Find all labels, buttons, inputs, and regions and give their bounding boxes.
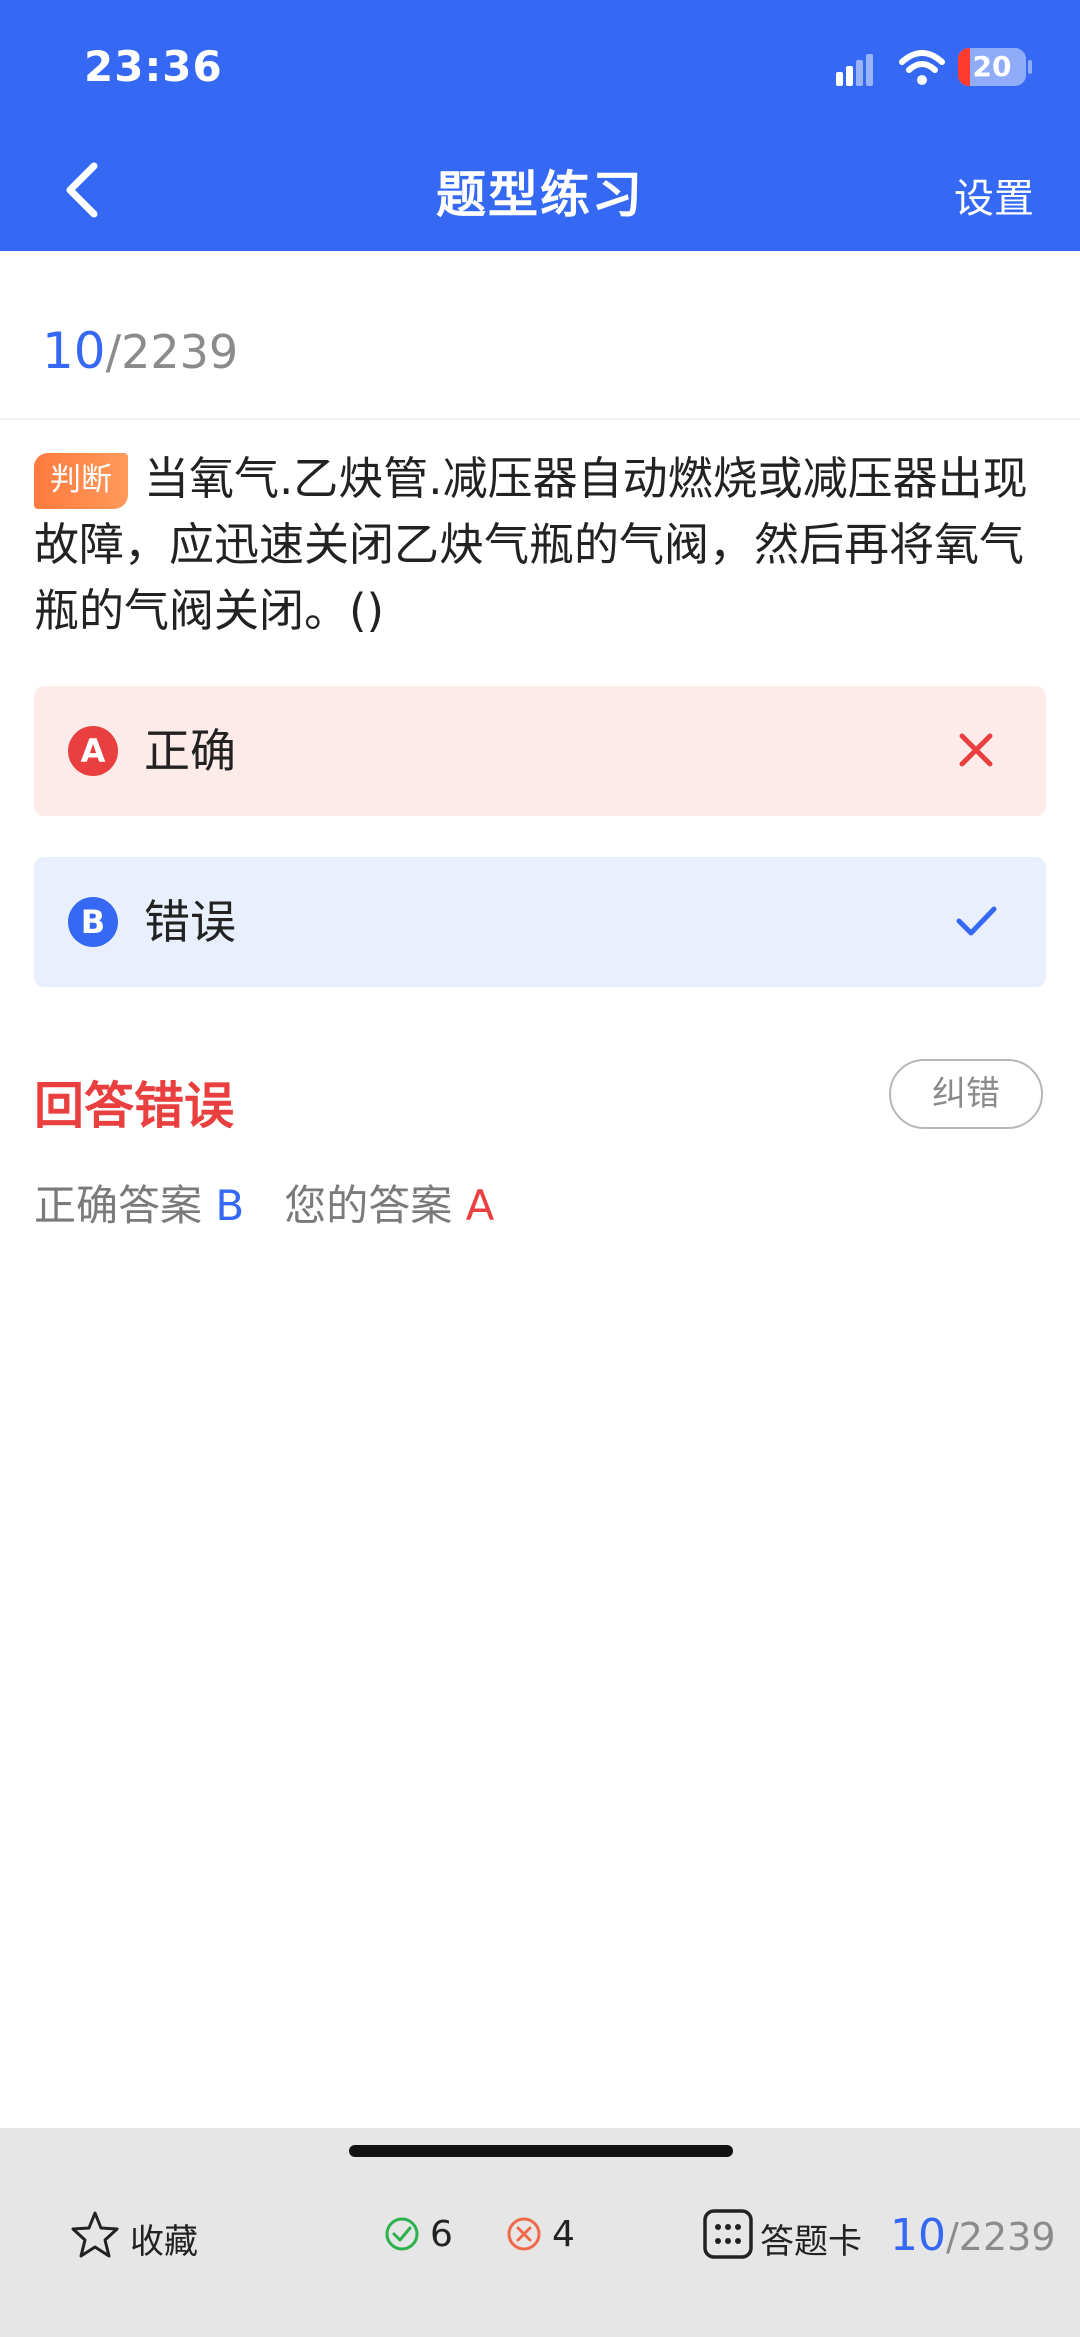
answer-summary: 正确答案 B 您的答案 A	[34, 1172, 494, 1233]
option-text: 正确	[144, 724, 236, 778]
answer-card-label: 答题卡	[760, 2222, 862, 2262]
result-title: 回答错误	[34, 1077, 234, 1135]
close-circle-icon	[507, 2217, 541, 2251]
question-type-tag: 判断	[34, 453, 128, 509]
counter-total: /2239	[105, 325, 239, 379]
wrong-count-value: 4	[552, 2214, 575, 2255]
option-a[interactable]: A 正确	[34, 686, 1046, 816]
bottom-counter: 10/2239	[890, 2210, 1056, 2261]
favorite-label: 收藏	[130, 2222, 198, 2262]
correct-count-value: 6	[430, 2214, 453, 2255]
top-bar: 23:36 20 题型练习 设置	[0, 0, 1080, 251]
bottom-counter-current: 10	[890, 2210, 946, 2261]
question: 判断 当氧气.乙炔管.减压器自动燃烧或减压器出现故障，应迅速关闭乙炔气瓶的气阀，然…	[34, 446, 1044, 644]
correct-answer-value: B	[215, 1181, 245, 1230]
correct-answer-label: 正确答案	[34, 1181, 203, 1230]
report-error-button[interactable]: 纠错	[889, 1059, 1043, 1129]
bottom-counter-total: /2239	[946, 2215, 1056, 2259]
page-title: 题型练习	[436, 166, 644, 224]
check-circle-icon	[385, 2217, 419, 2251]
signal-icon	[836, 54, 873, 86]
question-text: 当氧气.乙炔管.减压器自动燃烧或减压器出现故障，应迅速关闭乙炔气瓶的气阀，然后再…	[34, 452, 1028, 637]
option-letter: A	[68, 726, 118, 776]
divider	[0, 418, 1080, 420]
battery-icon: 20	[958, 48, 1026, 86]
status-time: 23:36	[84, 42, 223, 91]
bottom-bar: 收藏 6 4 答题卡 10/2239	[0, 2128, 1080, 2337]
grid-icon	[703, 2209, 753, 2259]
star-icon	[71, 2211, 119, 2258]
option-text: 错误	[144, 895, 236, 949]
option-b[interactable]: B 错误	[34, 857, 1046, 987]
settings-button[interactable]: 设置	[954, 166, 1034, 224]
check-icon	[956, 906, 997, 936]
option-letter: B	[68, 897, 118, 947]
close-icon	[959, 733, 993, 767]
battery-level: 20	[972, 50, 1012, 83]
home-indicator[interactable]	[349, 2145, 733, 2157]
question-counter: 10/2239	[42, 322, 238, 380]
your-answer-value: A	[465, 1181, 495, 1230]
counter-current: 10	[42, 322, 106, 380]
your-answer-label: 您的答案	[284, 1181, 453, 1230]
wifi-icon	[899, 50, 945, 85]
